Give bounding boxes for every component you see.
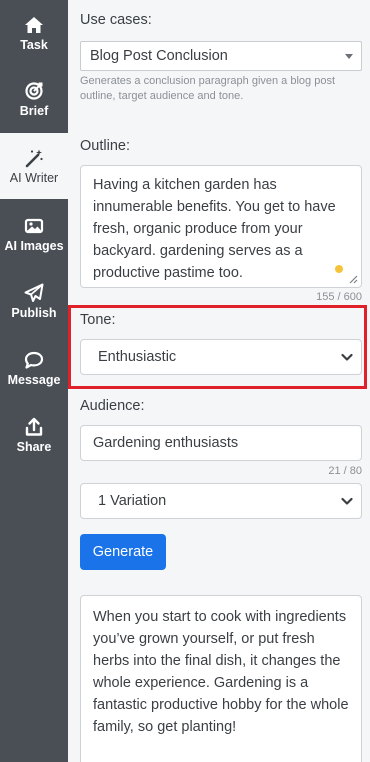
resize-handle-icon[interactable]	[348, 274, 358, 284]
audience-label: Audience:	[80, 398, 145, 414]
variations-selected-value: 1 Variation	[98, 493, 167, 509]
tone-highlight-box	[68, 305, 367, 389]
dropdown-arrow-icon	[345, 54, 353, 59]
sidebar-item-brief[interactable]: Brief	[0, 66, 68, 132]
sidebar-item-label: AI Writer	[9, 170, 59, 185]
use-case-select[interactable]: Blog Post Conclusion	[80, 41, 362, 71]
image-icon	[24, 216, 44, 236]
sidebar-item-publish[interactable]: Publish	[0, 268, 68, 334]
outline-text: Having a kitchen garden has innumerable …	[93, 177, 336, 281]
sidebar-item-label: Task	[20, 37, 48, 52]
sidebar-item-label: AI Images	[4, 238, 64, 253]
sidebar-item-ai-writer[interactable]: AI Writer	[0, 133, 68, 199]
home-icon	[24, 15, 44, 35]
sidebar-item-share[interactable]: Share	[0, 402, 68, 468]
chevron-down-icon	[341, 497, 353, 505]
sidebar-item-label: Share	[16, 439, 52, 454]
target-icon	[24, 81, 44, 101]
outline-textarea[interactable]: Having a kitchen garden has innumerable …	[80, 165, 362, 288]
outline-label: Outline:	[80, 138, 130, 154]
use-case-hint: Generates a conclusion paragraph given a…	[80, 75, 336, 102]
output-text: When you start to cook with ingredients …	[93, 609, 349, 735]
audience-value: Gardening enthusiasts	[93, 435, 239, 451]
generated-output[interactable]: When you start to cook with ingredients …	[80, 595, 362, 762]
paper-plane-icon	[24, 283, 44, 303]
sidebar-item-message[interactable]: Message	[0, 335, 68, 401]
sidebar: Task Brief AI Writer AI Images Publish M…	[0, 0, 68, 762]
audience-input[interactable]: Gardening enthusiasts	[80, 425, 362, 461]
sidebar-item-label: Brief	[19, 103, 49, 118]
outline-char-counter: 155 / 600	[316, 291, 362, 303]
sidebar-item-label: Publish	[11, 305, 57, 320]
status-dot-icon	[335, 265, 343, 273]
audience-char-counter: 21 / 80	[328, 465, 362, 477]
generate-button[interactable]: Generate	[80, 534, 166, 570]
variations-select[interactable]: 1 Variation	[80, 483, 362, 519]
share-upload-icon	[24, 417, 44, 437]
sidebar-item-task[interactable]: Task	[0, 0, 68, 66]
magic-wand-icon	[24, 148, 44, 168]
use-cases-label: Use cases:	[80, 12, 152, 28]
chat-bubble-icon	[24, 350, 44, 370]
use-case-selected-value: Blog Post Conclusion	[90, 48, 228, 64]
sidebar-item-ai-images[interactable]: AI Images	[0, 201, 68, 267]
sidebar-item-label: Message	[7, 372, 61, 387]
